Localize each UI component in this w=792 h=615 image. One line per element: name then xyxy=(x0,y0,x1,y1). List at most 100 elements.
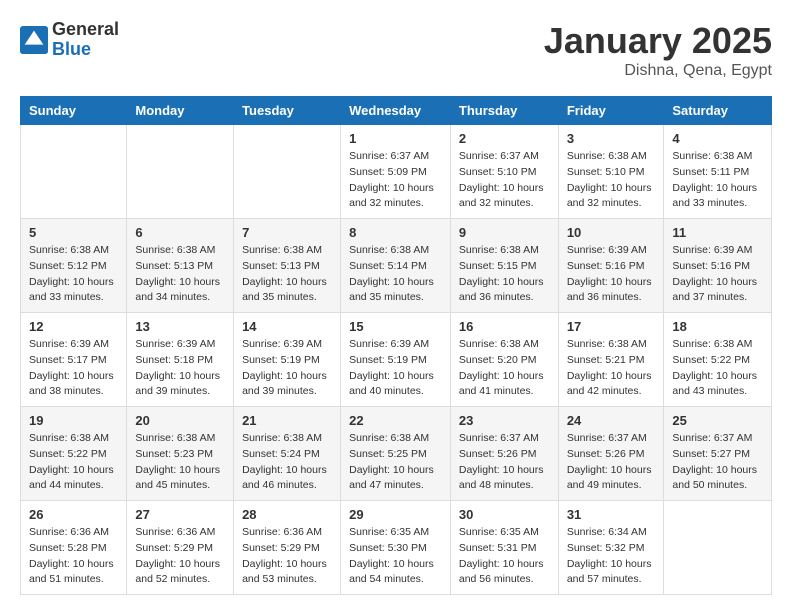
day-number: 8 xyxy=(349,225,442,240)
day-number: 17 xyxy=(567,319,656,334)
day-info: Sunrise: 6:37 AMSunset: 5:27 PMDaylight:… xyxy=(672,432,757,491)
table-row: 8 Sunrise: 6:38 AMSunset: 5:14 PMDayligh… xyxy=(341,219,451,313)
day-number: 27 xyxy=(135,507,225,522)
day-number: 16 xyxy=(459,319,550,334)
day-info: Sunrise: 6:39 AMSunset: 5:19 PMDaylight:… xyxy=(349,338,434,397)
calendar-week-0: 1 Sunrise: 6:37 AMSunset: 5:09 PMDayligh… xyxy=(21,125,772,219)
logo-icon xyxy=(20,26,48,54)
day-info: Sunrise: 6:35 AMSunset: 5:31 PMDaylight:… xyxy=(459,526,544,585)
table-row: 3 Sunrise: 6:38 AMSunset: 5:10 PMDayligh… xyxy=(558,125,664,219)
day-number: 15 xyxy=(349,319,442,334)
table-row xyxy=(21,125,127,219)
day-number: 23 xyxy=(459,413,550,428)
day-number: 4 xyxy=(672,131,763,146)
table-row: 30 Sunrise: 6:35 AMSunset: 5:31 PMDaylig… xyxy=(450,501,558,595)
day-number: 1 xyxy=(349,131,442,146)
table-row: 7 Sunrise: 6:38 AMSunset: 5:13 PMDayligh… xyxy=(234,219,341,313)
table-row: 22 Sunrise: 6:38 AMSunset: 5:25 PMDaylig… xyxy=(341,407,451,501)
col-sunday: Sunday xyxy=(21,97,127,125)
day-number: 3 xyxy=(567,131,656,146)
day-number: 30 xyxy=(459,507,550,522)
day-info: Sunrise: 6:38 AMSunset: 5:23 PMDaylight:… xyxy=(135,432,220,491)
day-number: 25 xyxy=(672,413,763,428)
day-number: 28 xyxy=(242,507,332,522)
day-number: 12 xyxy=(29,319,118,334)
table-row: 10 Sunrise: 6:39 AMSunset: 5:16 PMDaylig… xyxy=(558,219,664,313)
day-info: Sunrise: 6:39 AMSunset: 5:17 PMDaylight:… xyxy=(29,338,114,397)
month-title: January 2025 xyxy=(544,20,772,62)
table-row: 25 Sunrise: 6:37 AMSunset: 5:27 PMDaylig… xyxy=(664,407,772,501)
table-row: 15 Sunrise: 6:39 AMSunset: 5:19 PMDaylig… xyxy=(341,313,451,407)
day-info: Sunrise: 6:36 AMSunset: 5:29 PMDaylight:… xyxy=(135,526,220,585)
day-number: 5 xyxy=(29,225,118,240)
col-thursday: Thursday xyxy=(450,97,558,125)
day-number: 21 xyxy=(242,413,332,428)
table-row: 16 Sunrise: 6:38 AMSunset: 5:20 PMDaylig… xyxy=(450,313,558,407)
table-row xyxy=(664,501,772,595)
table-row: 20 Sunrise: 6:38 AMSunset: 5:23 PMDaylig… xyxy=(127,407,234,501)
day-number: 20 xyxy=(135,413,225,428)
day-info: Sunrise: 6:39 AMSunset: 5:19 PMDaylight:… xyxy=(242,338,327,397)
calendar-week-3: 19 Sunrise: 6:38 AMSunset: 5:22 PMDaylig… xyxy=(21,407,772,501)
table-row: 31 Sunrise: 6:34 AMSunset: 5:32 PMDaylig… xyxy=(558,501,664,595)
col-saturday: Saturday xyxy=(664,97,772,125)
day-number: 26 xyxy=(29,507,118,522)
day-number: 14 xyxy=(242,319,332,334)
day-number: 9 xyxy=(459,225,550,240)
day-number: 11 xyxy=(672,225,763,240)
table-row: 1 Sunrise: 6:37 AMSunset: 5:09 PMDayligh… xyxy=(341,125,451,219)
col-friday: Friday xyxy=(558,97,664,125)
day-number: 6 xyxy=(135,225,225,240)
day-number: 10 xyxy=(567,225,656,240)
day-info: Sunrise: 6:35 AMSunset: 5:30 PMDaylight:… xyxy=(349,526,434,585)
page-header: General Blue January 2025 Dishna, Qena, … xyxy=(20,20,772,80)
day-info: Sunrise: 6:38 AMSunset: 5:13 PMDaylight:… xyxy=(242,244,327,303)
table-row: 11 Sunrise: 6:39 AMSunset: 5:16 PMDaylig… xyxy=(664,219,772,313)
table-row: 14 Sunrise: 6:39 AMSunset: 5:19 PMDaylig… xyxy=(234,313,341,407)
day-info: Sunrise: 6:38 AMSunset: 5:21 PMDaylight:… xyxy=(567,338,652,397)
day-info: Sunrise: 6:36 AMSunset: 5:29 PMDaylight:… xyxy=(242,526,327,585)
day-info: Sunrise: 6:37 AMSunset: 5:26 PMDaylight:… xyxy=(459,432,544,491)
day-info: Sunrise: 6:38 AMSunset: 5:22 PMDaylight:… xyxy=(29,432,114,491)
calendar-table: Sunday Monday Tuesday Wednesday Thursday… xyxy=(20,96,772,595)
day-info: Sunrise: 6:39 AMSunset: 5:16 PMDaylight:… xyxy=(567,244,652,303)
day-info: Sunrise: 6:38 AMSunset: 5:11 PMDaylight:… xyxy=(672,150,757,209)
table-row xyxy=(127,125,234,219)
logo-general: General xyxy=(52,20,119,40)
logo: General Blue xyxy=(20,20,119,60)
day-info: Sunrise: 6:38 AMSunset: 5:22 PMDaylight:… xyxy=(672,338,757,397)
day-info: Sunrise: 6:38 AMSunset: 5:10 PMDaylight:… xyxy=(567,150,652,209)
day-number: 31 xyxy=(567,507,656,522)
day-number: 7 xyxy=(242,225,332,240)
day-info: Sunrise: 6:39 AMSunset: 5:18 PMDaylight:… xyxy=(135,338,220,397)
day-info: Sunrise: 6:36 AMSunset: 5:28 PMDaylight:… xyxy=(29,526,114,585)
table-row: 28 Sunrise: 6:36 AMSunset: 5:29 PMDaylig… xyxy=(234,501,341,595)
day-number: 19 xyxy=(29,413,118,428)
table-row: 19 Sunrise: 6:38 AMSunset: 5:22 PMDaylig… xyxy=(21,407,127,501)
table-row: 29 Sunrise: 6:35 AMSunset: 5:30 PMDaylig… xyxy=(341,501,451,595)
table-row: 27 Sunrise: 6:36 AMSunset: 5:29 PMDaylig… xyxy=(127,501,234,595)
day-info: Sunrise: 6:38 AMSunset: 5:13 PMDaylight:… xyxy=(135,244,220,303)
table-row: 2 Sunrise: 6:37 AMSunset: 5:10 PMDayligh… xyxy=(450,125,558,219)
table-row: 6 Sunrise: 6:38 AMSunset: 5:13 PMDayligh… xyxy=(127,219,234,313)
day-number: 29 xyxy=(349,507,442,522)
calendar-header-row: Sunday Monday Tuesday Wednesday Thursday… xyxy=(21,97,772,125)
day-number: 2 xyxy=(459,131,550,146)
table-row: 12 Sunrise: 6:39 AMSunset: 5:17 PMDaylig… xyxy=(21,313,127,407)
title-block: January 2025 Dishna, Qena, Egypt xyxy=(544,20,772,80)
day-number: 22 xyxy=(349,413,442,428)
day-number: 13 xyxy=(135,319,225,334)
day-number: 24 xyxy=(567,413,656,428)
table-row: 13 Sunrise: 6:39 AMSunset: 5:18 PMDaylig… xyxy=(127,313,234,407)
day-info: Sunrise: 6:38 AMSunset: 5:15 PMDaylight:… xyxy=(459,244,544,303)
table-row: 17 Sunrise: 6:38 AMSunset: 5:21 PMDaylig… xyxy=(558,313,664,407)
table-row: 4 Sunrise: 6:38 AMSunset: 5:11 PMDayligh… xyxy=(664,125,772,219)
day-info: Sunrise: 6:38 AMSunset: 5:24 PMDaylight:… xyxy=(242,432,327,491)
day-info: Sunrise: 6:37 AMSunset: 5:26 PMDaylight:… xyxy=(567,432,652,491)
table-row: 21 Sunrise: 6:38 AMSunset: 5:24 PMDaylig… xyxy=(234,407,341,501)
table-row: 18 Sunrise: 6:38 AMSunset: 5:22 PMDaylig… xyxy=(664,313,772,407)
day-info: Sunrise: 6:37 AMSunset: 5:10 PMDaylight:… xyxy=(459,150,544,209)
day-info: Sunrise: 6:37 AMSunset: 5:09 PMDaylight:… xyxy=(349,150,434,209)
logo-blue: Blue xyxy=(52,40,119,60)
day-info: Sunrise: 6:38 AMSunset: 5:12 PMDaylight:… xyxy=(29,244,114,303)
